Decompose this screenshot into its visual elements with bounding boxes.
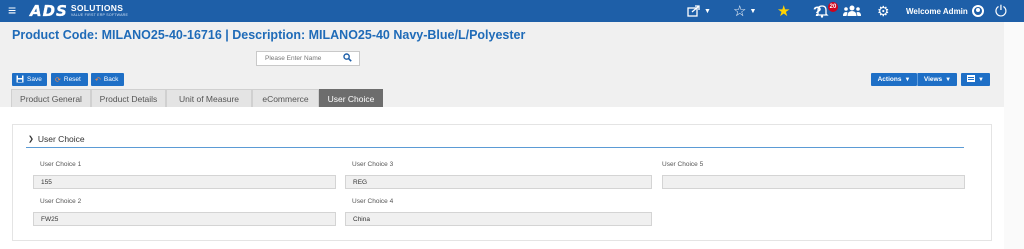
welcome-user[interactable]: Welcome Admin — [906, 0, 984, 22]
tab-bar: Product General Product Details Unit of … — [11, 89, 383, 107]
search-box[interactable] — [256, 51, 360, 66]
scrollbar[interactable] — [1004, 22, 1024, 249]
back-label: Back — [103, 76, 119, 83]
section-title: User Choice — [37, 134, 85, 144]
bell-icon[interactable] — [815, 0, 829, 22]
tab-product-general[interactable]: Product General — [11, 89, 91, 107]
chevron-down-icon: ❯ — [28, 136, 34, 143]
logo-primary: ADS — [30, 2, 68, 20]
share-caret-icon: ▼ — [704, 7, 711, 15]
user-avatar-icon — [971, 5, 984, 17]
save-icon — [16, 75, 24, 85]
user-choice-2-field[interactable]: FW25 — [33, 212, 336, 226]
section-header[interactable]: ❯ User Choice — [28, 134, 85, 144]
user-choice-2-label: User Choice 2 — [40, 198, 82, 205]
hamburger-icon[interactable]: ≡ — [8, 3, 16, 17]
share-icon[interactable]: ▼ — [687, 0, 711, 22]
user-choice-3-label: User Choice 3 — [352, 161, 394, 168]
search-input[interactable] — [257, 52, 339, 65]
user-choice-4-field[interactable]: China — [345, 212, 652, 226]
save-button[interactable]: Save — [12, 73, 47, 86]
welcome-text: Welcome Admin — [906, 6, 968, 16]
page-title: Product Code: MILANO25-40-16716 | Descri… — [12, 28, 526, 42]
user-choice-4-label: User Choice 4 — [352, 198, 394, 205]
ads-logo[interactable]: ADS SOLUTIONS VALUE FIRST ERP SOFTWARE — [30, 2, 128, 20]
back-icon: ↶ — [95, 76, 101, 84]
save-label: Save — [27, 76, 42, 83]
actions-label: Actions — [877, 76, 902, 83]
actions-dropdown[interactable]: Actions ▼ — [871, 73, 917, 86]
user-choice-3-field[interactable]: REG — [345, 175, 652, 189]
search-icon[interactable] — [343, 53, 352, 64]
tab-unit-of-measure[interactable]: Unit of Measure — [166, 89, 252, 107]
star-outline-icon[interactable]: ☆ ▼ — [733, 0, 756, 22]
actions-caret-icon: ▼ — [904, 76, 911, 83]
favorites-caret-icon: ▼ — [749, 7, 757, 15]
views-label: Views — [923, 76, 943, 83]
grid-icon — [967, 75, 976, 84]
reset-icon: ⟳ — [55, 76, 61, 84]
top-navbar: ≡ ADS SOLUTIONS VALUE FIRST ERP SOFTWARE… — [0, 0, 1024, 22]
tab-ecommerce[interactable]: eCommerce — [252, 89, 319, 107]
grid-menu-button[interactable]: ▼ — [961, 73, 990, 86]
user-choice-1-label: User Choice 1 — [40, 161, 82, 168]
notification-badge: 20 — [828, 2, 838, 12]
views-caret-icon: ▼ — [945, 76, 952, 83]
back-button[interactable]: ↶ Back — [91, 73, 124, 86]
gear-icon[interactable]: ⚙ — [877, 0, 890, 22]
star-filled-icon[interactable]: ★ — [777, 0, 790, 22]
reset-label: Reset — [63, 76, 81, 83]
section-divider — [26, 147, 964, 148]
tab-product-details[interactable]: Product Details — [91, 89, 166, 107]
user-choice-5-label: User Choice 5 — [662, 161, 704, 168]
page-header: Product Code: MILANO25-40-16716 | Descri… — [0, 22, 1004, 107]
grid-caret-icon: ▼ — [978, 76, 984, 83]
users-icon[interactable] — [843, 0, 861, 22]
reset-button[interactable]: ⟳ Reset — [51, 73, 88, 86]
power-icon[interactable]: ⏻ — [995, 0, 1007, 22]
logo-tagline: VALUE FIRST ERP SOFTWARE — [70, 12, 129, 17]
tab-user-choice[interactable]: User Choice — [319, 89, 383, 107]
logo-secondary: SOLUTIONS — [70, 3, 124, 14]
views-dropdown[interactable]: Views ▼ — [917, 73, 957, 86]
user-choice-1-field[interactable]: 155 — [33, 175, 336, 189]
user-choice-5-field[interactable] — [662, 175, 965, 189]
